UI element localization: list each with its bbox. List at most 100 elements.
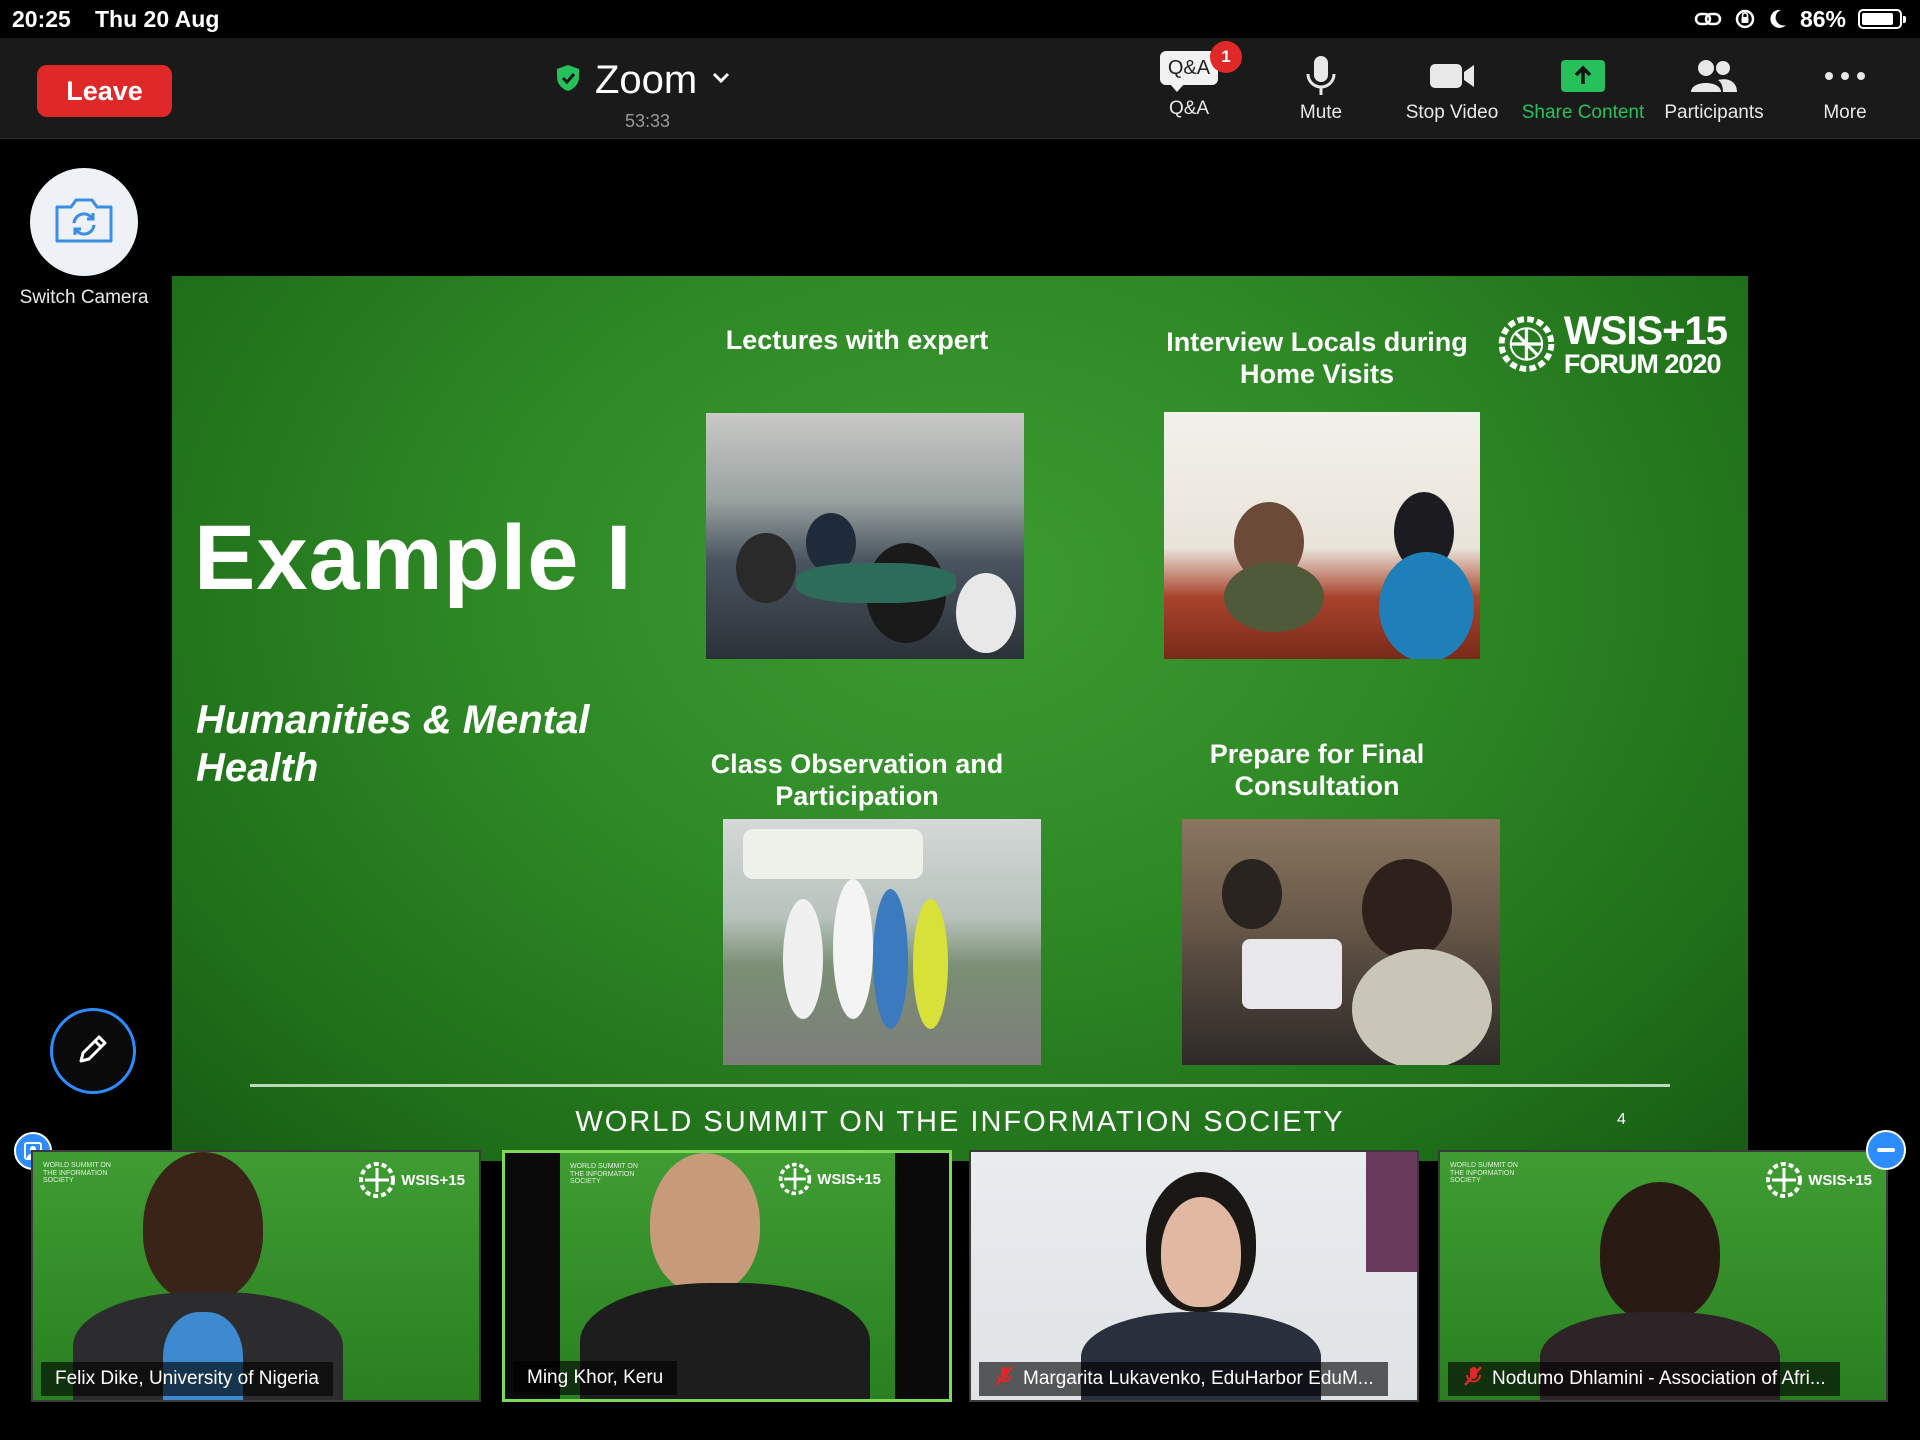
background-artwork [1366,1152,1417,1272]
photo-home-visit [1164,412,1480,659]
participant-name-tag: Margarita Lukavenko, EduHarbor EduM... [979,1362,1388,1396]
participant-name-tag: Felix Dike, University of Nigeria [41,1362,333,1396]
participant-video-figure [143,1152,263,1302]
slide-subtitle: Humanities & Mental Health [196,698,590,790]
qa-icon: Q&A 1 [1160,41,1242,92]
participant-tile[interactable]: WORLD SUMMIT ON THE INFORMATION SOCIETY … [1438,1150,1888,1402]
battery-fill [1862,13,1893,25]
tile-logo-text: WSIS+15 [401,1171,465,1189]
slide-title: Example I [194,507,633,609]
pencil-icon [73,1029,113,1074]
leave-button[interactable]: Leave [37,65,172,117]
participants-label: Participants [1664,102,1764,123]
photo-figure [1352,949,1492,1065]
wsis-globe-icon [1766,1162,1803,1198]
video-camera-icon [1428,50,1476,102]
qa-notification-badge: 1 [1210,41,1242,73]
qa-button[interactable]: Q&A 1 Q&A [1119,38,1259,120]
photo-figure [873,889,908,1029]
tile-summit-text: WORLD SUMMIT ON THE INFORMATION SOCIETY [1450,1162,1518,1185]
participant-video-figure [1161,1197,1241,1307]
minimize-video-strip-button[interactable] [1866,1130,1906,1170]
photo-caption-class-observation: Class Observation and Participation [710,749,1004,812]
qa-icon-wrap: Q&A 1 [1160,38,1242,98]
tile-wsis-logo: WSIS+15 [357,1160,465,1200]
photo-lecture-room [706,413,1024,659]
photo-figure [956,573,1016,653]
meeting-title-dropdown[interactable]: Zoom [555,58,731,103]
photo-figure [1224,562,1324,632]
orientation-lock-icon [1734,8,1756,30]
tile-wsis-logo: WSIS+15 [1764,1160,1872,1200]
share-content-button[interactable]: Share Content [1513,50,1653,132]
participant-name: Felix Dike, University of Nigeria [55,1368,319,1389]
tile-logo-text: WSIS+15 [817,1170,881,1188]
battery-percent: 86% [1799,5,1846,32]
tile-logo-text: WSIS+15 [1808,1171,1872,1189]
muted-mic-icon [993,1365,1015,1393]
minus-icon [1877,1148,1895,1152]
slide-divider [250,1084,1670,1087]
photo-banner [743,829,923,879]
wsis-logo-line2: FORUM 2020 [1563,348,1722,379]
participants-icon [1690,50,1738,102]
photo-caption-interview: Interview Locals during Home Visits [1166,327,1468,390]
participant-tile[interactable]: Margarita Lukavenko, EduHarbor EduM... [969,1150,1419,1402]
status-bar: 20:25 Thu 20 Aug 86% [0,0,1920,38]
participant-tile[interactable]: WORLD SUMMIT ON THE INFORMATION SOCIETY … [31,1150,481,1402]
photo-figure [913,899,948,1029]
more-label: More [1823,102,1867,123]
share-content-label: Share Content [1521,102,1645,123]
participant-name-tag: Ming Khor, Keru [513,1361,678,1395]
stop-video-label: Stop Video [1405,102,1499,123]
microphone-icon [1305,50,1337,102]
do-not-disturb-moon-icon [1768,8,1788,30]
photo-laptop [1242,939,1342,1009]
wsis-logo-line1: WSIS+15 [1563,308,1728,353]
photo-figure [1222,859,1282,929]
participant-name: Ming Khor, Keru [527,1367,664,1388]
mute-label: Mute [1299,102,1343,123]
wsis-forum-logo: WSIS+15 FORUM 2020 [1497,296,1728,392]
photo-figure [1379,552,1474,659]
wsis-globe-icon [779,1162,812,1196]
photo-figure [783,899,823,1019]
photo-caption-lectures: Lectures with expert [725,325,989,355]
qa-label: Q&A [1168,98,1210,119]
wsis-globe-icon [1498,316,1555,372]
switch-camera-label: Switch Camera [19,287,149,308]
status-time: 20:25 [12,6,71,32]
participant-tile-active-speaker[interactable]: WORLD SUMMIT ON THE INFORMATION SOCIETY … [502,1150,952,1402]
annotate-button[interactable] [50,1008,136,1094]
status-date: Thu 20 Aug [95,6,220,32]
participant-name-tag: Nodumo Dhlamini - Association of Afri... [1448,1362,1840,1396]
wsis-logo-text: WSIS+15 FORUM 2020 [1563,308,1728,379]
tile-wsis-logo: WSIS+15 [777,1161,881,1197]
encryption-shield-icon [555,64,581,97]
mute-button[interactable]: Mute [1251,50,1391,132]
link-icon [1694,9,1722,29]
photo-table [796,563,956,603]
photo-figure [736,533,796,603]
photo-consultation [1182,819,1500,1065]
photo-figure [833,879,873,1019]
wsis-globe-icon [359,1162,396,1198]
participant-video-figure [650,1153,760,1293]
more-dots-icon [1823,50,1867,102]
status-right-group: 86% [1694,5,1906,32]
stop-video-button[interactable]: Stop Video [1382,50,1522,132]
switch-camera-icon [53,195,115,250]
switch-camera-button[interactable] [30,168,138,276]
photo-caption-consultation: Prepare for Final Consultation [1209,739,1425,802]
participants-button[interactable]: Participants [1644,50,1784,132]
slide-footer: WORLD SUMMIT ON THE INFORMATION SOCIETY [575,1106,1345,1138]
muted-mic-icon [1462,1365,1484,1393]
participant-name: Nodumo Dhlamini - Association of Afri... [1492,1368,1826,1389]
participant-video-figure [1600,1182,1720,1322]
more-button[interactable]: More [1775,50,1915,132]
meeting-title: Zoom [595,58,698,102]
slide-page-number: 4 [1617,1111,1626,1128]
photo-figure [1362,859,1452,959]
battery-icon [1858,9,1906,29]
meeting-toolbar: Leave Zoom 53:33 Q&A 1 Q&A Mute Stop Vid [0,38,1920,139]
